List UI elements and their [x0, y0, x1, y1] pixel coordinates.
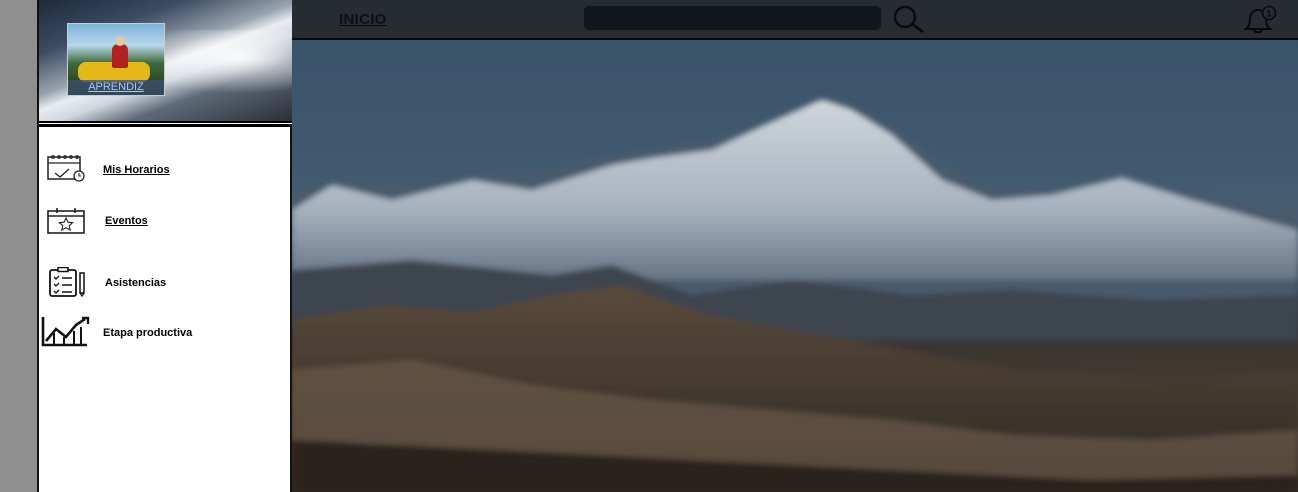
sidebar: APRENDIZ Mis Horarios Eventos Asistencia…: [37, 0, 292, 492]
search-input[interactable]: [584, 6, 881, 30]
sidebar-item-eventos[interactable]: Eventos: [39, 202, 292, 242]
avatar[interactable]: APRENDIZ: [67, 23, 165, 96]
sidebar-divider: [39, 121, 292, 127]
top-navbar: INICIO 1: [292, 0, 1298, 40]
profile-header: APRENDIZ: [39, 0, 292, 121]
home-link[interactable]: INICIO: [339, 11, 387, 28]
avatar-photo-head: [115, 36, 125, 46]
sidebar-item-etapa-productiva[interactable]: Etapa productiva: [39, 313, 292, 353]
chart-trend-icon: [41, 315, 90, 349]
sidebar-item-label: Etapa productiva: [103, 327, 193, 339]
sidebar-item-asistencias[interactable]: Asistencias: [39, 263, 292, 303]
calendar-star-icon: [45, 206, 89, 240]
avatar-photo-person: [112, 44, 128, 68]
sidebar-item-label: Asistencias: [105, 277, 167, 289]
left-gutter: [0, 0, 37, 492]
notification-count: 1: [1266, 9, 1271, 19]
sidebar-item-mis-horarios[interactable]: Mis Horarios: [39, 150, 292, 190]
search-icon[interactable]: [890, 5, 928, 35]
mountain-illustration: [292, 98, 1298, 492]
hero-background: [292, 40, 1298, 492]
calendar-clock-icon: [45, 152, 89, 186]
bell-icon[interactable]: 1: [1240, 5, 1280, 35]
clipboard-checklist-icon: [47, 266, 91, 301]
role-label[interactable]: APRENDIZ: [68, 80, 164, 95]
sidebar-item-label: Eventos: [105, 215, 148, 227]
sidebar-item-label: Mis Horarios: [103, 164, 170, 176]
